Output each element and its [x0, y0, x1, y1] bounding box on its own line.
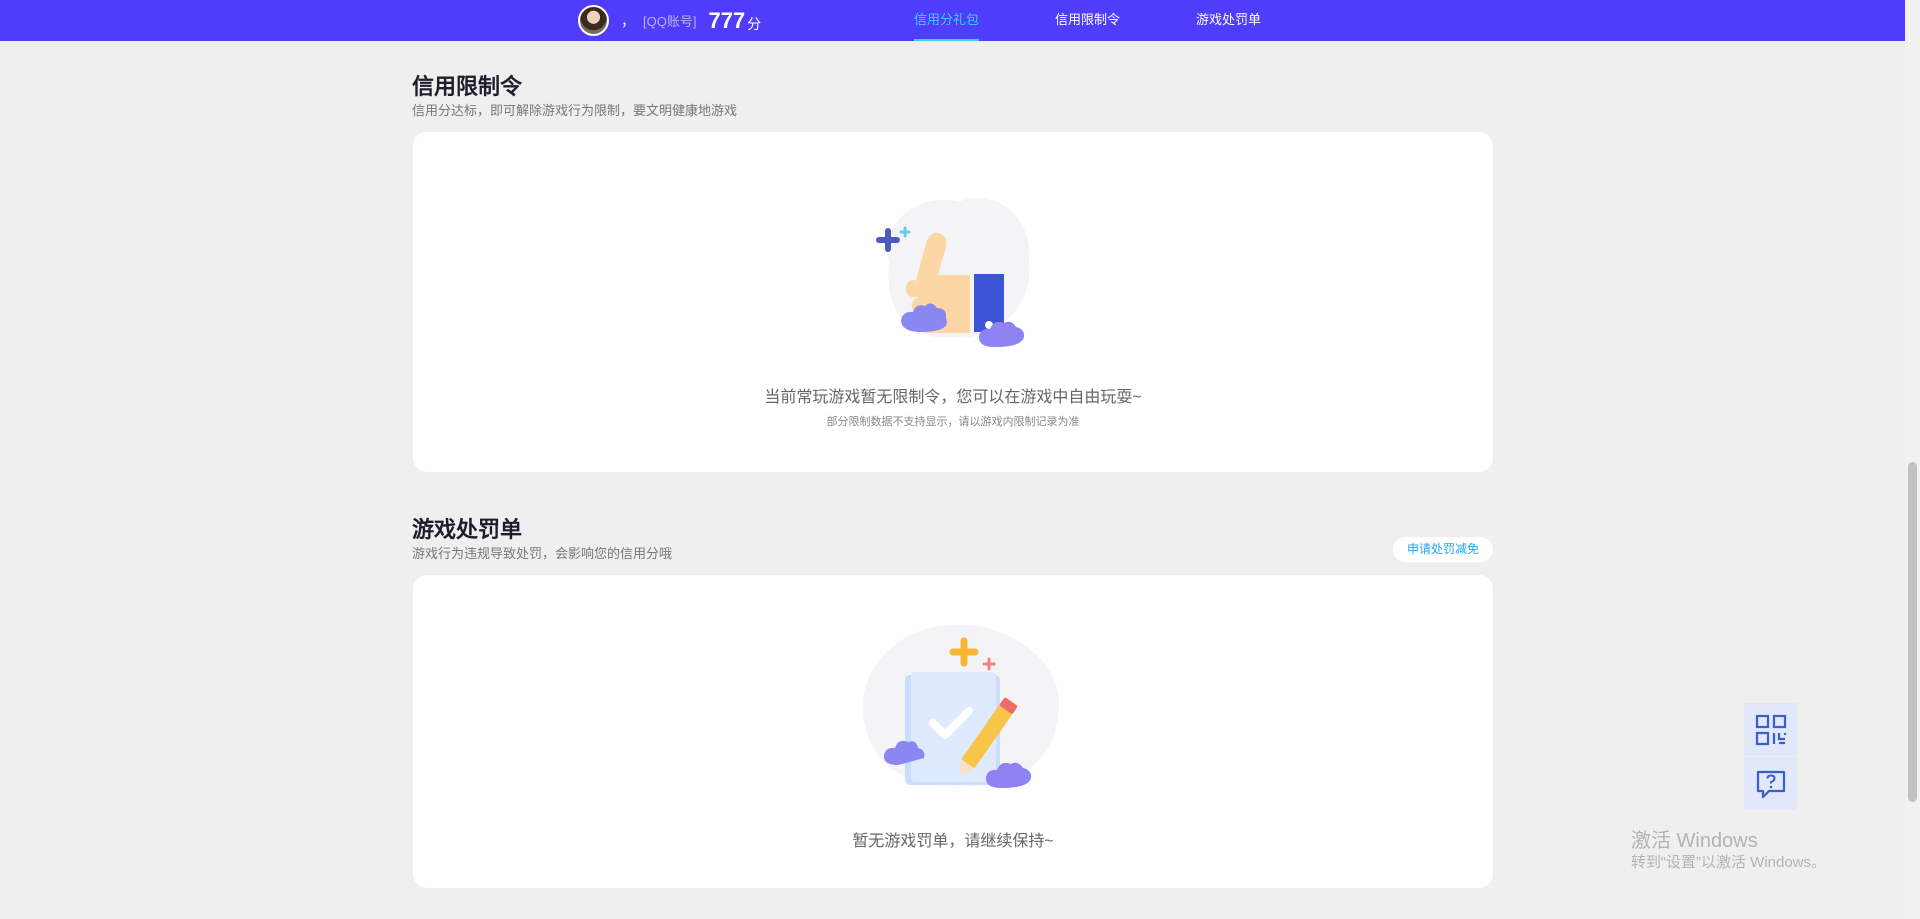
restriction-section-subtitle: 信用分达标，即可解除游戏行为限制，要文明健康地游戏 — [412, 103, 738, 118]
main-nav: 信用分礼包 信用限制令 游戏处罚单 — [914, 0, 1337, 41]
apply-penalty-reduction-button[interactable]: 申请处罚减免 — [1393, 537, 1493, 562]
scrollbar-thumb[interactable] — [1908, 462, 1917, 802]
avatar[interactable] — [578, 5, 609, 36]
account-label: [QQ账号] — [643, 14, 697, 29]
tab-credit-gift[interactable]: 信用分礼包 — [914, 0, 980, 41]
penalty-section-title: 游戏处罚单 — [412, 517, 523, 542]
penalty-empty-message: 暂无游戏罚单，请继续保持~ — [852, 833, 1054, 850]
user-info: ， [QQ账号] 777 分 — [578, 4, 761, 37]
penalty-card: 暂无游戏罚单，请继续保持~ — [413, 575, 1493, 888]
help-chat-icon — [1756, 770, 1785, 798]
qrcode-button[interactable] — [1744, 703, 1797, 756]
top-nav-bar: ， [QQ账号] 777 分 信用分礼包 信用限制令 游戏处罚单 — [0, 0, 1905, 41]
checklist-pencil-icon — [862, 624, 1060, 788]
windows-activation-title: 激活 Windows — [1631, 830, 1758, 852]
restriction-card: 当前常玩游戏暂无限制令，您可以在游戏中自由玩耍~ 部分限制数据不支持显示，请以游… — [413, 132, 1493, 472]
qrcode-icon — [1755, 714, 1786, 745]
nickname-separator: ， — [621, 12, 635, 29]
penalty-section-subtitle: 游戏行为违规导致处罚，会影响您的信用分哦 — [412, 546, 673, 561]
tab-game-penalty[interactable]: 游戏处罚单 — [1196, 0, 1261, 41]
credit-score-unit: 分 — [747, 15, 762, 32]
thumbs-up-icon — [876, 197, 1030, 347]
tab-credit-restriction[interactable]: 信用限制令 — [1055, 0, 1120, 41]
credit-score: 777 — [708, 7, 746, 33]
windows-activation-hint: 转到“设置”以激活 Windows。 — [1631, 854, 1827, 871]
restriction-empty-note: 部分限制数据不支持显示，请以游戏内限制记录为准 — [826, 416, 1080, 428]
restriction-empty-message: 当前常玩游戏暂无限制令，您可以在游戏中自由玩耍~ — [764, 389, 1142, 406]
page-scrollbar[interactable] — [1905, 0, 1920, 919]
help-button[interactable] — [1744, 757, 1797, 810]
restriction-section-title: 信用限制令 — [412, 74, 523, 99]
